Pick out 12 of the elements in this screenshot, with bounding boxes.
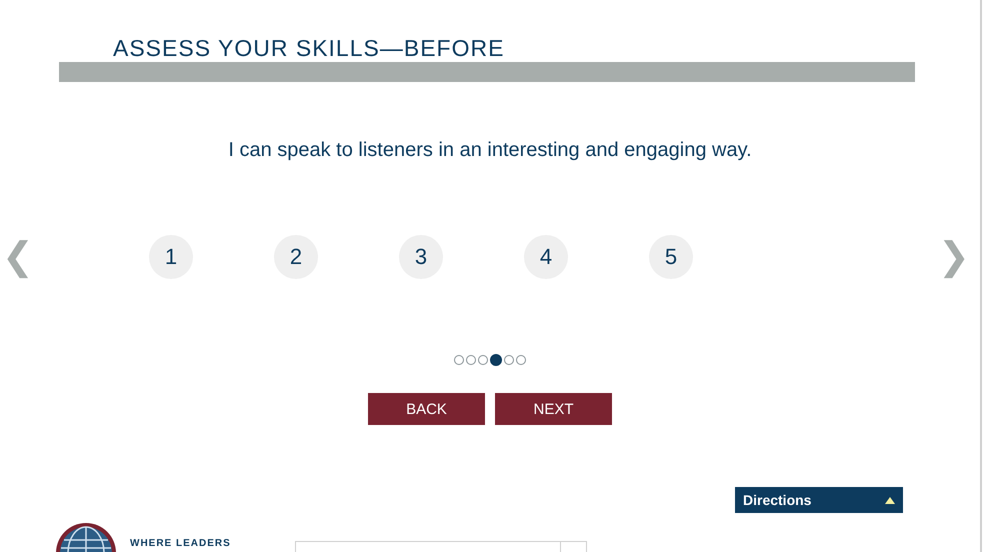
rating-option[interactable]: 4 — [524, 235, 568, 279]
rating-option[interactable]: 2 — [274, 235, 318, 279]
caret-icon — [885, 496, 895, 504]
question-text: I can speak to listeners in an interesting and engaging way. — [227, 138, 753, 163]
directions-tab[interactable]: Directions — [735, 487, 903, 513]
next-step-button[interactable]: NEXT — [495, 393, 612, 425]
rating-option[interactable]: 3 — [399, 235, 443, 279]
rating-option[interactable]: 1 — [149, 235, 193, 279]
page-title: ASSESS YOUR SKILLS—BEFORE — [113, 34, 506, 62]
logo-tagline: WHERE LEADERS — [130, 538, 231, 549]
rating-option[interactable]: 5 — [649, 235, 693, 279]
back-button[interactable]: BACK — [368, 393, 485, 425]
